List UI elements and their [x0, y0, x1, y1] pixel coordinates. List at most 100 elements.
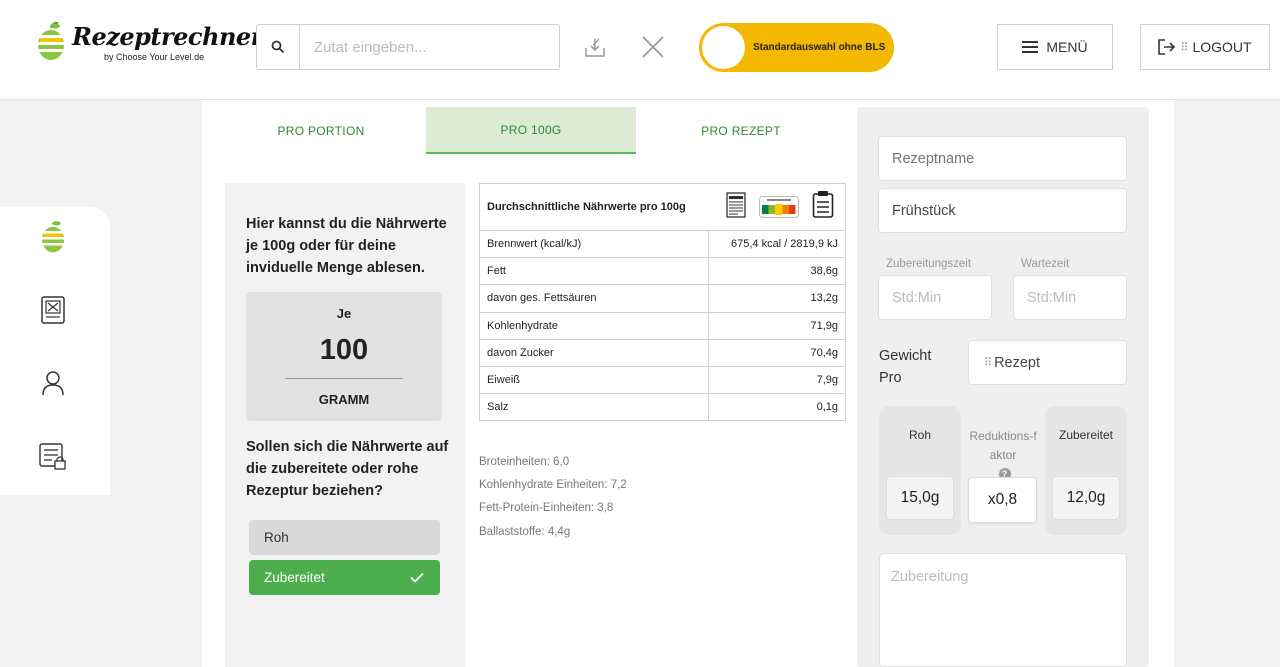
option-roh-button[interactable]: Roh — [249, 520, 440, 555]
table-row: davon Zucker 70,4g — [479, 338, 846, 367]
row-value: 0,1g — [708, 393, 846, 422]
sidebar-item-home[interactable] — [38, 221, 68, 253]
search-box — [256, 24, 560, 70]
weight-per-select[interactable]: ⠿ Rezept — [968, 340, 1127, 385]
tab-pro-100g[interactable]: PRO 100G — [426, 107, 636, 154]
menu-label: MENÜ — [1046, 39, 1088, 55]
raw-weight-value[interactable]: 15,0g — [886, 476, 954, 520]
sidebar-item-locked-list[interactable] — [38, 441, 68, 471]
wait-time-label: Wartezeit — [1021, 258, 1070, 270]
preparation-placeholder: Zubereitung — [891, 569, 969, 585]
apple-logo-icon — [41, 221, 65, 253]
preparation-textarea[interactable]: Zubereitung — [879, 553, 1127, 667]
weight-per-value: Rezept — [994, 354, 1041, 371]
cooked-weight-label: Zubereitet — [1058, 428, 1114, 442]
nutri-score-icon[interactable] — [759, 196, 799, 218]
recipe-book-icon — [41, 296, 65, 324]
row-label: Eiweiß — [479, 365, 709, 395]
question-text: Sollen sich die Nährwerte auf die zubere… — [246, 439, 449, 499]
logo-subtitle: by Choose Your Level.de — [104, 52, 205, 62]
drag-dots-icon: ⠿ — [984, 357, 993, 369]
reduction-factor-value[interactable]: x0,8 — [968, 477, 1037, 523]
amount-box: Je 100 GRAMM — [246, 292, 442, 421]
recipe-name-input[interactable] — [878, 136, 1127, 181]
option-zubereitet-label: Zubereitet — [264, 570, 325, 585]
sidebar-item-profile[interactable] — [38, 368, 68, 398]
logo-text: Rezeptrechner — [72, 22, 263, 51]
divider — [285, 378, 403, 379]
row-label: Kohlenhydrate — [479, 311, 709, 340]
reduction-label: Reduktions-faktor — [969, 429, 1037, 462]
drag-dots-icon: ⠿ — [1180, 41, 1189, 54]
prep-time-label: Zubereitungszeit — [886, 258, 972, 270]
meal-select-value: Frühstück — [892, 202, 956, 219]
table-row: Eiweiß 7,9g — [479, 365, 846, 395]
logout-icon — [1158, 39, 1176, 55]
table-row: Salz 0,1g — [479, 393, 846, 422]
search-button[interactable] — [257, 25, 300, 69]
download-icon — [585, 38, 605, 57]
row-label: davon ges. Fettsäuren — [479, 284, 709, 313]
toggle-label: Standardauswahl ohne BLS — [753, 42, 886, 53]
table-header-icons — [726, 190, 838, 220]
raw-weight-label: Roh — [908, 428, 931, 442]
cooked-weight-card: Zubereitet 12,0g — [1045, 406, 1127, 535]
row-value: 7,9g — [708, 365, 846, 395]
info-card: Hier kannst du die Nährwerte je 100g ode… — [225, 183, 465, 667]
extra-fat-protein-units: Fett-Protein-Einheiten: 3,8 — [479, 502, 614, 514]
toggle-knob — [702, 26, 745, 69]
locked-checklist-icon — [39, 443, 66, 470]
clear-button[interactable] — [636, 30, 670, 64]
table-row: davon ges. Fettsäuren 13,2g — [479, 284, 846, 313]
table-row: Kohlenhydrate 71,9g — [479, 311, 846, 340]
table-row: Brennwert (kcal/kJ) 675,4 kcal / 2819,9 k… — [479, 229, 846, 259]
meal-select[interactable]: Frühstück — [878, 188, 1127, 233]
row-label: Salz — [479, 393, 709, 422]
je-label: Je — [336, 306, 352, 321]
unit-label: GRAMM — [318, 392, 370, 407]
main-panel: PRO PORTION PRO 100G PRO REZEPT Hier kan… — [202, 100, 1174, 667]
amount-value[interactable]: 100 — [246, 334, 442, 367]
option-roh-label: Roh — [264, 530, 289, 545]
row-label: davon Zucker — [479, 338, 709, 367]
user-icon — [42, 371, 64, 396]
clipboard-icon[interactable] — [812, 190, 834, 218]
recipe-form-card: Frühstück Zubereitungszeit Wartezeit Std… — [857, 107, 1149, 667]
row-value: 70,4g — [708, 338, 846, 367]
hamburger-icon — [1022, 41, 1039, 53]
weight-per-label: Gewicht Pro — [879, 348, 932, 386]
info-text: Hier kannst du die Nährwerte je 100g ode… — [246, 216, 447, 276]
menu-button[interactable]: MENÜ — [997, 24, 1113, 70]
extra-fiber: Ballaststoffe: 4,4g — [479, 526, 571, 538]
nutrition-label-icon[interactable] — [726, 192, 746, 218]
raw-weight-card: Roh 15,0g — [879, 406, 961, 535]
checkmark-icon — [410, 572, 424, 583]
bls-toggle[interactable]: Standardauswahl ohne BLS — [699, 23, 894, 72]
table-row: Fett 38,6g — [479, 257, 846, 286]
apple-logo-icon — [38, 22, 64, 60]
logout-label: LOGOUT — [1192, 39, 1252, 55]
logo[interactable]: Rezeptrechner by Choose Your Level.de — [36, 22, 263, 66]
row-value: 71,9g — [708, 311, 846, 340]
extra-bread-units: Broteinheiten: 6,0 — [479, 456, 570, 468]
wait-time-input[interactable]: Std:Min — [1013, 275, 1127, 320]
top-header: Rezeptrechner by Choose Your Level.de St… — [0, 0, 1280, 100]
row-value: 13,2g — [708, 284, 846, 313]
option-zubereitet-button[interactable]: Zubereitet — [249, 560, 440, 595]
prep-time-placeholder: Std:Min — [892, 289, 942, 306]
tab-pro-portion[interactable]: PRO PORTION — [216, 107, 426, 154]
tab-pro-rezept[interactable]: PRO REZEPT — [636, 107, 846, 154]
row-label: Fett — [479, 257, 709, 286]
logout-button[interactable]: ⠿ LOGOUT — [1140, 24, 1270, 70]
row-value: 38,6g — [708, 257, 846, 286]
cooked-weight-value[interactable]: 12,0g — [1052, 476, 1120, 520]
row-value: 675,4 kcal / 2819,9 kJ — [708, 229, 846, 259]
close-icon — [642, 36, 664, 58]
prep-time-input[interactable]: Std:Min — [878, 275, 992, 320]
extra-carb-units: Kohlenhydrate Einheiten: 7,2 — [479, 479, 627, 491]
reduction-label-wrap: Reduktions-faktor? — [968, 427, 1038, 484]
sidebar-item-recipes[interactable] — [38, 295, 68, 325]
ingredient-search-input[interactable] — [300, 25, 559, 69]
search-icon — [271, 40, 285, 54]
download-button[interactable] — [578, 30, 612, 64]
